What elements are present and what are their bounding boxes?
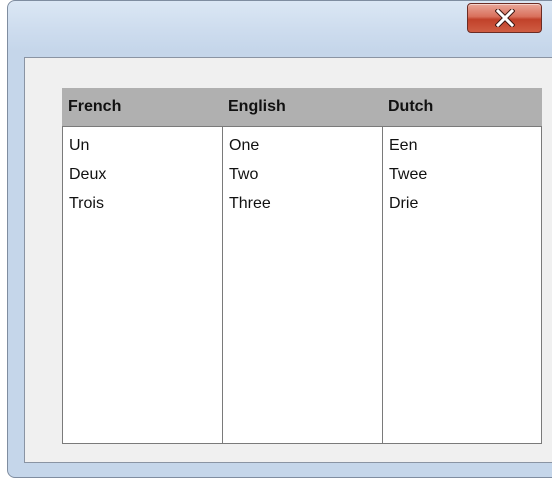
list-item[interactable]: Deux [63,165,222,194]
list-item[interactable]: Two [223,165,382,194]
list-item[interactable]: Un [63,136,222,165]
close-x-icon [494,9,515,27]
list-english[interactable]: One Two Three [222,126,383,444]
list-item[interactable]: Three [223,194,382,223]
table-header: French English Dutch [62,88,542,126]
list-item[interactable]: Drie [383,194,541,223]
close-button[interactable] [467,3,542,33]
content-panel: French English Dutch Un Deux Trois One T… [24,57,552,463]
column-header-english[interactable]: English [222,88,382,126]
list-french[interactable]: Un Deux Trois [62,126,223,444]
list-item[interactable]: Trois [63,194,222,223]
column-header-french[interactable]: French [62,88,222,126]
list-item[interactable]: Twee [383,165,541,194]
list-item[interactable]: One [223,136,382,165]
list-dutch[interactable]: Een Twee Drie [382,126,542,444]
translation-table: French English Dutch Un Deux Trois One T… [62,88,542,444]
title-bar[interactable] [8,1,552,49]
dialog-window: French English Dutch Un Deux Trois One T… [7,0,552,478]
column-header-dutch[interactable]: Dutch [382,88,542,126]
list-item[interactable]: Een [383,136,541,165]
